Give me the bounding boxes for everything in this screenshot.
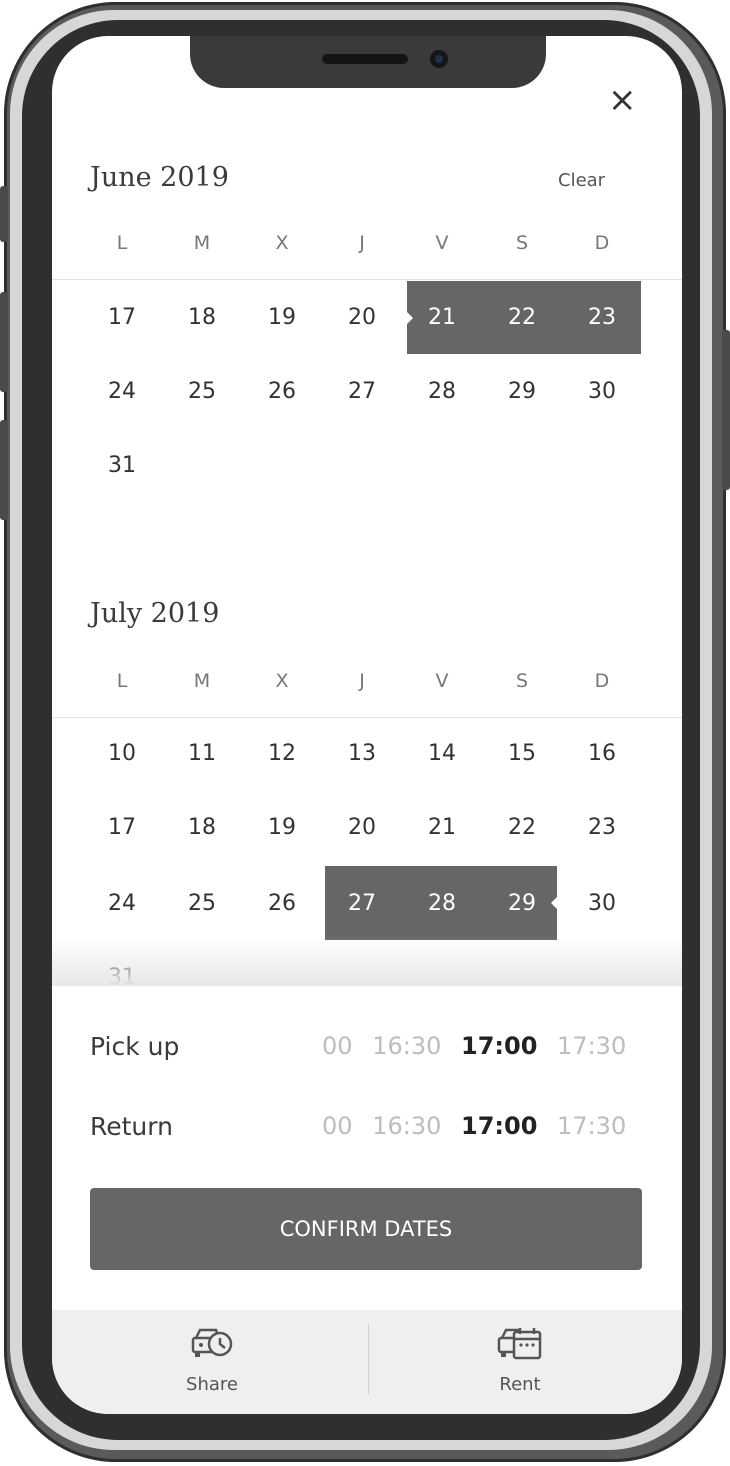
tab-bar: Share Rent bbox=[52, 1310, 682, 1414]
day-cell-selected[interactable]: 29 bbox=[482, 884, 562, 924]
weekday-label: V bbox=[435, 670, 449, 692]
day-cell[interactable]: 22 bbox=[482, 808, 562, 848]
month-title-june: June 2019 bbox=[90, 162, 229, 193]
tab-label: Rent bbox=[499, 1374, 541, 1395]
time-option-selected[interactable]: 17:00 bbox=[461, 1032, 537, 1060]
day-cell[interactable]: 13 bbox=[322, 734, 402, 774]
tab-share[interactable]: Share bbox=[152, 1324, 272, 1395]
time-option[interactable]: 00 bbox=[322, 1112, 353, 1140]
weekday-label: L bbox=[116, 232, 128, 254]
day-cell-selected[interactable]: 23 bbox=[562, 298, 642, 338]
time-option[interactable]: 17:30 bbox=[557, 1032, 626, 1060]
notch bbox=[190, 36, 546, 88]
close-icon[interactable]: × bbox=[608, 80, 637, 120]
confirm-dates-button[interactable]: CONFIRM DATES bbox=[90, 1188, 642, 1270]
weekday-label: V bbox=[435, 232, 449, 254]
day-cell[interactable]: 23 bbox=[562, 808, 642, 848]
scroll-fade bbox=[52, 936, 682, 986]
weekday-label: S bbox=[515, 232, 529, 254]
time-option[interactable]: 16:30 bbox=[372, 1112, 441, 1140]
weekday-label: M bbox=[193, 232, 211, 254]
car-calendar-icon bbox=[497, 1328, 542, 1360]
day-cell[interactable]: 18 bbox=[162, 298, 242, 338]
day-cell[interactable]: 19 bbox=[242, 808, 322, 848]
month-title-july: July 2019 bbox=[90, 598, 220, 629]
day-cell-selected[interactable]: 22 bbox=[482, 298, 562, 338]
day-cell-selected[interactable]: 27 bbox=[322, 884, 402, 924]
divider bbox=[52, 279, 682, 280]
day-cell[interactable]: 19 bbox=[242, 298, 322, 338]
return-label: Return bbox=[90, 1112, 173, 1141]
day-cell[interactable]: 17 bbox=[82, 298, 162, 338]
screen: × June 2019 Clear L M X J V S D 17 18 19… bbox=[52, 36, 682, 1414]
day-cell[interactable]: 25 bbox=[162, 884, 242, 924]
day-cell[interactable]: 16 bbox=[562, 734, 642, 774]
day-cell[interactable]: 10 bbox=[82, 734, 162, 774]
weekday-label: D bbox=[594, 232, 610, 254]
divider bbox=[52, 717, 682, 718]
day-cell[interactable]: 26 bbox=[242, 884, 322, 924]
time-option[interactable]: 16:30 bbox=[372, 1032, 441, 1060]
mute-switch bbox=[0, 186, 8, 242]
day-cell[interactable]: 20 bbox=[322, 298, 402, 338]
weekday-label: D bbox=[594, 670, 610, 692]
weekday-label: S bbox=[515, 670, 529, 692]
weekday-label: X bbox=[275, 670, 289, 692]
day-cell[interactable]: 11 bbox=[162, 734, 242, 774]
day-cell[interactable]: 21 bbox=[402, 808, 482, 848]
weekday-header-july: L M X J V S D bbox=[82, 670, 672, 692]
day-cell[interactable]: 20 bbox=[322, 808, 402, 848]
tab-label: Share bbox=[186, 1374, 238, 1395]
power-button bbox=[722, 330, 730, 490]
weekday-label: M bbox=[193, 670, 211, 692]
weekday-header-june: L M X J V S D bbox=[82, 232, 672, 254]
front-camera bbox=[430, 50, 448, 68]
time-option-selected[interactable]: 17:00 bbox=[461, 1112, 537, 1140]
day-cell[interactable]: 15 bbox=[482, 734, 562, 774]
day-cell[interactable]: 12 bbox=[242, 734, 322, 774]
day-cell[interactable]: 31 bbox=[82, 446, 162, 486]
weekday-label: J bbox=[359, 232, 365, 254]
pickup-time-picker[interactable]: 00 16:30 17:00 17:30 18 bbox=[322, 1032, 642, 1060]
speaker bbox=[322, 54, 408, 64]
day-cell[interactable]: 29 bbox=[482, 372, 562, 412]
day-cell[interactable]: 17 bbox=[82, 808, 162, 848]
day-cell-selected[interactable]: 21 bbox=[402, 298, 482, 338]
time-option[interactable]: 00 bbox=[322, 1032, 353, 1060]
day-cell-selected[interactable]: 28 bbox=[402, 884, 482, 924]
day-cell[interactable]: 18 bbox=[162, 808, 242, 848]
pickup-label: Pick up bbox=[90, 1032, 180, 1061]
return-time-picker[interactable]: 00 16:30 17:00 17:30 18 bbox=[322, 1112, 642, 1140]
day-cell[interactable]: 27 bbox=[322, 372, 402, 412]
day-cell[interactable]: 28 bbox=[402, 372, 482, 412]
tab-divider bbox=[368, 1324, 369, 1394]
clear-button[interactable]: Clear bbox=[558, 170, 605, 191]
volume-up-button bbox=[0, 292, 8, 392]
day-cell[interactable]: 30 bbox=[562, 884, 642, 924]
weekday-label: L bbox=[116, 670, 128, 692]
day-cell[interactable]: 26 bbox=[242, 372, 322, 412]
day-cell[interactable]: 30 bbox=[562, 372, 642, 412]
weekday-label: X bbox=[275, 232, 289, 254]
day-cell[interactable]: 24 bbox=[82, 372, 162, 412]
weekday-label: J bbox=[359, 670, 365, 692]
car-clock-icon bbox=[191, 1328, 233, 1357]
day-cell[interactable]: 14 bbox=[402, 734, 482, 774]
day-cell[interactable]: 25 bbox=[162, 372, 242, 412]
tab-rent[interactable]: Rent bbox=[460, 1324, 580, 1395]
volume-down-button bbox=[0, 420, 8, 520]
day-cell[interactable]: 24 bbox=[82, 884, 162, 924]
time-option[interactable]: 17:30 bbox=[557, 1112, 626, 1140]
